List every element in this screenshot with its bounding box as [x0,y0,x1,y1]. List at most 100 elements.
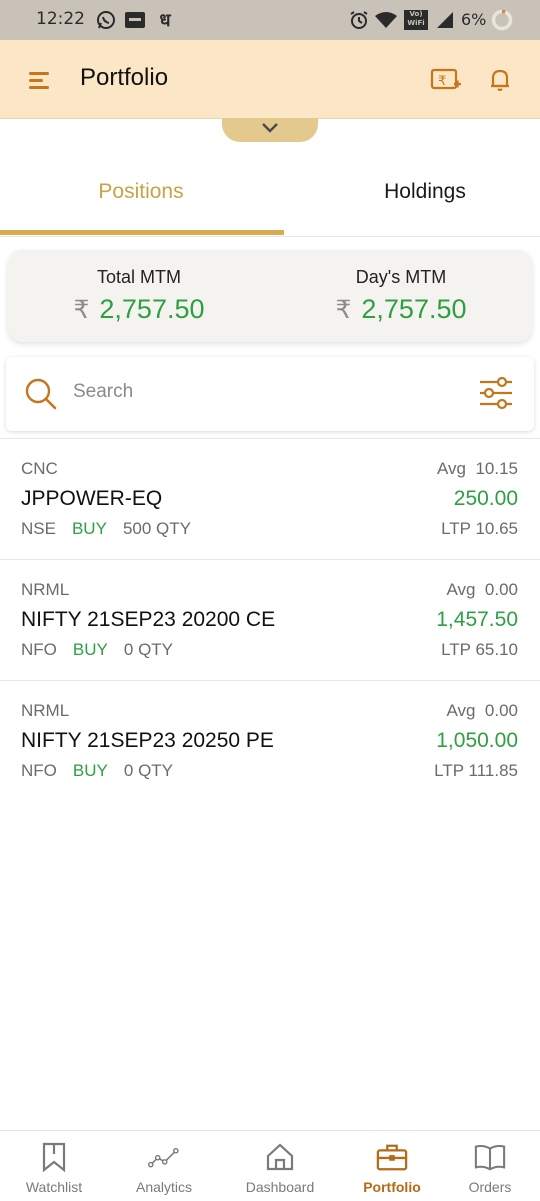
nav-label: Watchlist [25,1179,83,1195]
avg-price: Avg 10.15 [437,459,518,479]
exchange: NSE [21,519,56,538]
total-mtm-value: 2,757.50 [99,294,205,324]
expand-toggle[interactable] [222,118,318,142]
product-type: NRML [21,701,70,720]
zerodha-icon [124,10,146,30]
avg-price: Avg 0.00 [446,701,518,721]
battery-percent: 6% [461,10,487,29]
pnl-value: 1,457.50 [436,608,518,631]
avg-label: Avg [437,459,466,478]
qty: 500 [122,519,152,538]
day-mtm-label: Day's MTM [355,267,447,287]
mtm-summary-card: Total MTM ₹2,757.50 Day's MTM ₹2,757.50 [8,250,532,342]
symbol: JPPOWER-EQ [21,487,163,510]
exchange: NFO [21,640,57,659]
pnl-value: 250.00 [453,487,518,510]
position-meta: NFO BUY 0 QTY [21,761,173,781]
pnl-value: 1,050.00 [436,729,518,752]
home-icon [264,1141,296,1173]
rupee-add-funds-icon[interactable]: ₹ [430,64,462,96]
bookmark-icon [38,1141,70,1173]
ltp-value: 10.65 [475,519,518,538]
chevron-down-icon [261,121,279,139]
position-meta: NFO BUY 0 QTY [21,640,173,660]
exchange: NFO [21,761,57,780]
qty-label: QTY [138,761,174,780]
side: BUY [71,519,107,538]
ltp-label: LTP [441,640,471,659]
avg-label: Avg [446,701,476,720]
filter-sliders-icon[interactable] [478,375,514,416]
product-type: CNC [21,459,58,478]
search-input[interactable]: Search [73,381,133,403]
qty-label: QTY [156,519,191,538]
ltp: LTP 65.10 [441,640,518,660]
ltp: LTP 111.85 [434,761,518,781]
symbol: NIFTY 21SEP23 20250 PE [21,729,274,752]
avg-label: Avg [446,580,476,599]
analytics-line-icon [148,1141,180,1173]
nav-analytics[interactable]: Analytics [110,1131,218,1201]
symbol: NIFTY 21SEP23 20200 CE [21,608,276,631]
position-row[interactable]: NRML NIFTY 21SEP23 20250 PE NFO BUY 0 QTY … [0,681,540,801]
search-icon [24,377,58,416]
ltp-value: 65.10 [475,640,518,659]
nav-orders[interactable]: Orders [436,1131,540,1201]
side: BUY [72,761,108,780]
qty: 0 [123,761,134,780]
search-bar[interactable]: Search [6,357,534,431]
vowifi-label: Vo) WiFi [404,10,428,30]
whatsapp-icon [95,10,117,30]
svg-text:₹: ₹ [438,74,446,89]
status-time: 12:22 [36,9,85,29]
bottom-nav: Watchlist Analytics Dashboard Portfolio … [0,1130,540,1201]
bell-icon[interactable] [484,64,516,96]
tab-positions[interactable]: Positions [6,150,276,234]
app-bar: Portfolio ₹ [0,40,540,119]
ltp: LTP 10.65 [441,519,518,539]
product-type: NRML [21,580,70,599]
page-title: Portfolio [80,64,169,91]
position-row[interactable]: NRML NIFTY 21SEP23 20200 CE NFO BUY 0 QTY … [0,560,540,681]
ltp-value: 111.85 [468,761,518,780]
side: BUY [72,640,108,659]
tab-indicator [0,230,284,235]
briefcase-icon [376,1141,408,1173]
nav-label: Analytics [135,1179,193,1195]
signal-icon [434,10,456,30]
qty: 0 [123,640,134,659]
day-mtm: Day's MTM ₹2,757.50 [270,250,532,342]
total-mtm: Total MTM ₹2,757.50 [8,250,270,342]
tab-holdings[interactable]: Holdings [290,150,540,234]
qty-label: QTY [138,640,174,659]
book-icon [474,1141,506,1173]
portfolio-tabs: Positions Holdings [0,150,540,237]
position-row[interactable]: CNC JPPOWER-EQ NSE BUY 500 QTY Avg 10.15 2… [0,439,540,560]
nav-dashboard[interactable]: Dashboard [226,1131,334,1201]
wifi-icon [374,10,398,30]
avg-value: 0.00 [484,580,518,599]
total-mtm-label: Total MTM [96,267,181,287]
nav-watchlist[interactable]: Watchlist [0,1131,108,1201]
hamburger-menu-icon[interactable] [24,64,56,96]
app-icon: ध [159,10,171,31]
ltp-label: LTP [434,761,464,780]
avg-price: Avg 0.00 [446,580,518,600]
positions-list: CNC JPPOWER-EQ NSE BUY 500 QTY Avg 10.15 2… [0,438,540,801]
status-bar: 12:22 ध Vo) WiFi 6% [0,0,540,40]
avg-value: 10.15 [475,459,518,478]
avg-value: 0.00 [484,701,518,720]
alarm-icon [348,10,370,30]
vowifi-icon: Vo) WiFi [403,9,429,31]
day-mtm-value-wrap: ₹2,757.50 [270,294,532,325]
nav-label: Portfolio [363,1179,421,1195]
ltp-label: LTP [441,519,471,538]
nav-portfolio[interactable]: Portfolio [338,1131,446,1201]
total-mtm-value-wrap: ₹2,757.50 [8,294,270,325]
nav-label: Dashboard [245,1179,315,1195]
battery-icon [491,9,513,31]
position-meta: NSE BUY 500 QTY [21,519,191,539]
day-mtm-value: 2,757.50 [361,294,467,324]
rupee-icon: ₹ [335,296,352,324]
rupee-icon: ₹ [73,296,90,324]
